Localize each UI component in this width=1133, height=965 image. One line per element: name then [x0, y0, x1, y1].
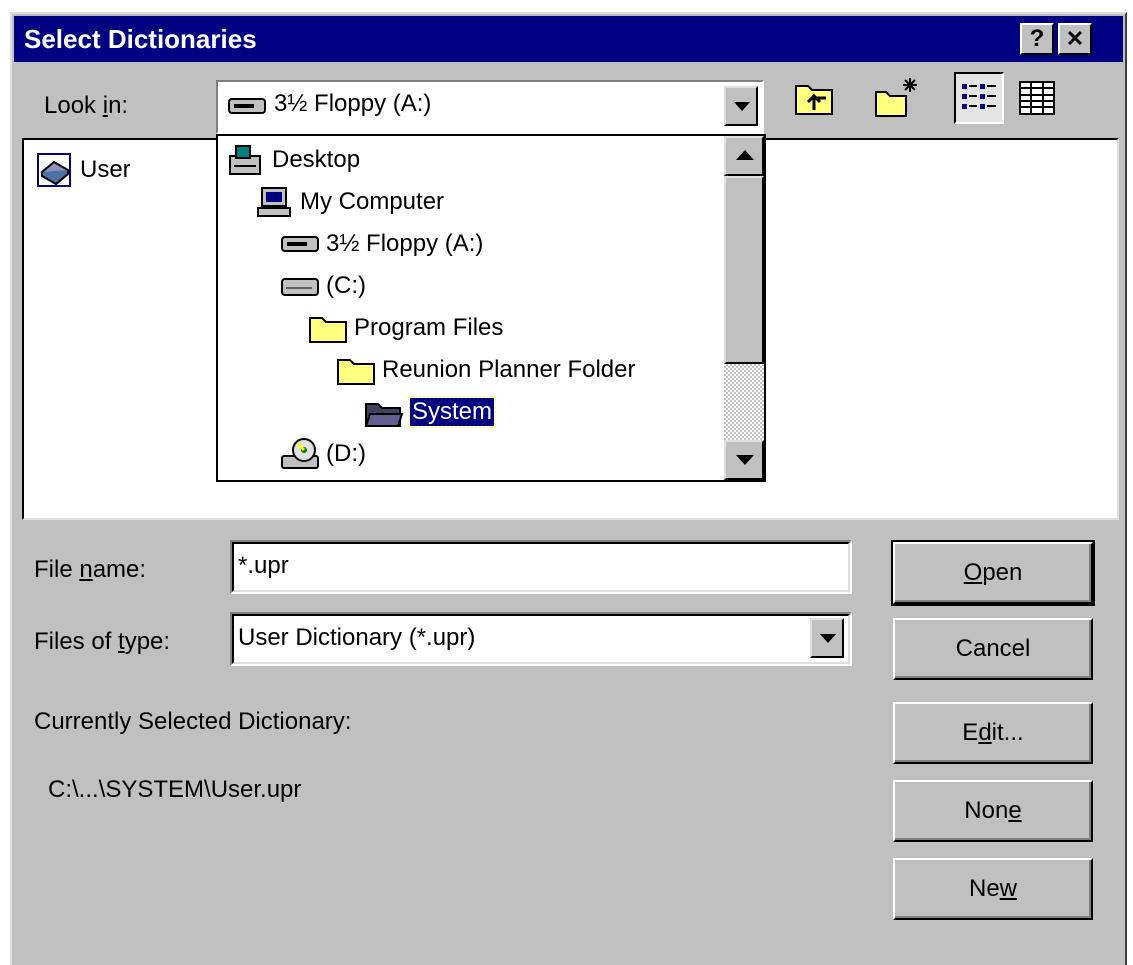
look-in-value: 3½ Floppy (A:): [274, 90, 432, 117]
scroll-down-button[interactable]: [724, 440, 764, 480]
details-view-icon: [1019, 81, 1055, 115]
dropdown-item-system[interactable]: System: [364, 392, 497, 432]
title-bar[interactable]: Select Dictionaries ? ✕: [14, 16, 1123, 62]
up-one-level-button[interactable]: [790, 72, 840, 124]
look-in-label: Look in:: [44, 92, 129, 119]
scroll-track[interactable]: [724, 364, 764, 440]
file-name-input[interactable]: *.upr: [230, 540, 852, 594]
dropdown-item-d-drive[interactable]: (D:): [280, 434, 366, 474]
list-view-button[interactable]: [954, 72, 1004, 124]
hard-drive-icon: [281, 278, 319, 296]
floppy-drive-icon: [281, 236, 319, 252]
dropdown-item-reunion-planner-folder[interactable]: Reunion Planner Folder: [336, 350, 636, 390]
files-of-type-dropdown-button[interactable]: [810, 618, 844, 658]
edit-button[interactable]: Edit...: [893, 702, 1093, 764]
desktop-icon: [229, 145, 261, 175]
scroll-up-button[interactable]: [724, 136, 764, 176]
new-button[interactable]: New: [893, 858, 1093, 920]
files-of-type-combo[interactable]: User Dictionary (*.upr): [230, 612, 852, 666]
my-computer-icon: [257, 187, 291, 217]
close-button[interactable]: ✕: [1058, 23, 1092, 55]
floppy-drive-icon: [228, 98, 266, 114]
create-new-folder-button[interactable]: [870, 72, 920, 124]
file-name-label: File name:: [34, 556, 147, 583]
cd-drive-icon: [281, 438, 319, 469]
files-of-type-label: Files of type:: [34, 628, 171, 655]
cancel-button[interactable]: Cancel: [893, 618, 1093, 680]
folder-icon: [337, 359, 375, 385]
dictionary-file-icon: [37, 153, 71, 187]
dropdown-item-desktop[interactable]: Desktop: [226, 140, 360, 180]
scroll-thumb[interactable]: [724, 176, 764, 364]
dropdown-item-floppy[interactable]: 3½ Floppy (A:): [280, 224, 483, 264]
dropdown-item-c-drive[interactable]: (C:): [280, 266, 366, 306]
current-dictionary-path: C:\...\SYSTEM\User.upr: [48, 776, 302, 803]
look-in-dropdown-button[interactable]: [724, 86, 758, 126]
folder-icon: [309, 317, 347, 343]
window-title: Select Dictionaries: [24, 24, 257, 54]
new-folder-icon: [875, 78, 917, 117]
dropdown-item-my-computer[interactable]: My Computer: [254, 182, 444, 222]
details-view-button[interactable]: [1012, 72, 1062, 124]
up-folder-icon: [795, 85, 833, 115]
open-folder-icon: [364, 403, 404, 427]
dropdown-scrollbar[interactable]: [724, 136, 764, 480]
none-button[interactable]: None: [893, 780, 1093, 842]
list-item[interactable]: User: [36, 152, 131, 188]
currently-selected-label: Currently Selected Dictionary:: [34, 708, 352, 735]
file-name-user: User: [80, 156, 131, 183]
help-button[interactable]: ?: [1020, 23, 1054, 55]
open-button[interactable]: Open: [891, 540, 1095, 606]
look-in-combo[interactable]: 3½ Floppy (A:): [216, 80, 764, 134]
list-view-icon: [962, 84, 996, 109]
dropdown-item-program-files[interactable]: Program Files: [308, 308, 503, 348]
look-in-dropdown-list[interactable]: Desktop My Computer 3½ Floppy (A:) (C:) …: [216, 134, 766, 482]
